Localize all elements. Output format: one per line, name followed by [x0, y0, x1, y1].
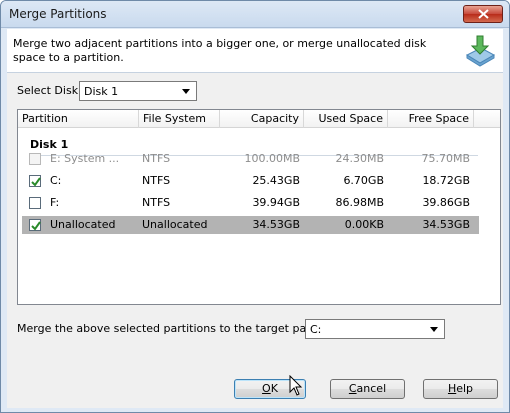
- select-disk-label: Select Disk:: [17, 84, 82, 97]
- cell-file-system: Unallocated: [142, 218, 208, 231]
- cell-capacity: 39.94GB: [252, 196, 300, 209]
- select-disk-value: Disk 1: [84, 85, 119, 98]
- window-title: Merge Partitions: [9, 7, 107, 21]
- cell-free-space: 39.86GB: [422, 196, 470, 209]
- cell-capacity: 100.00MB: [244, 152, 300, 165]
- merge-disk-icon: [465, 35, 496, 67]
- column-used-space[interactable]: Used Space: [304, 110, 388, 128]
- cell-free-space: 75.70MB: [421, 152, 470, 165]
- merge-partitions-window: Merge Partitions Merge two adjacent part…: [0, 0, 510, 413]
- close-icon: [478, 9, 489, 19]
- cell-free-space: 34.53GB: [422, 218, 470, 231]
- chevron-down-icon: [430, 327, 438, 332]
- cell-file-system: NTFS: [142, 152, 171, 165]
- checkmark-icon: [31, 177, 41, 187]
- partition-list: Partition File System Capacity Used Spac…: [17, 109, 501, 305]
- table-row[interactable]: C: NTFS 25.43GB 6.70GB 18.72GB: [22, 172, 479, 190]
- target-partition-value: C:: [310, 323, 322, 336]
- select-disk-dropdown[interactable]: Disk 1: [79, 81, 197, 101]
- chevron-down-icon: [182, 89, 190, 94]
- cell-used-space: 86.98MB: [335, 196, 384, 209]
- cell-capacity: 34.53GB: [252, 218, 300, 231]
- cell-file-system: NTFS: [142, 174, 171, 187]
- cell-used-space: 0.00KB: [344, 218, 384, 231]
- close-button[interactable]: [463, 5, 503, 23]
- cancel-button-label: ancel: [356, 382, 387, 395]
- checkmark-icon: [31, 221, 41, 231]
- help-button-label: elp: [456, 382, 474, 395]
- cancel-button-mnemonic: C: [348, 382, 357, 395]
- cancel-button[interactable]: Cancel: [330, 379, 405, 399]
- list-header: Partition File System Capacity Used Spac…: [18, 110, 500, 128]
- ok-button-label: K: [270, 382, 278, 395]
- mouse-pointer-icon: [289, 375, 303, 396]
- column-capacity[interactable]: Capacity: [220, 110, 304, 128]
- title-bar: Merge Partitions: [1, 1, 509, 28]
- dialog-header: Merge two adjacent partitions into a big…: [7, 29, 503, 73]
- help-button[interactable]: Help: [423, 379, 498, 399]
- dialog-body: Select Disk: Disk 1 Partition File Syste…: [7, 73, 503, 408]
- partition-checkbox[interactable]: [29, 197, 41, 209]
- column-file-system[interactable]: File System: [139, 110, 220, 128]
- cell-partition: E: System ...: [50, 152, 120, 165]
- ok-button-mnemonic: O: [262, 382, 271, 395]
- partition-checkbox[interactable]: [29, 175, 41, 187]
- cell-used-space: 24.30MB: [335, 152, 384, 165]
- column-partition[interactable]: Partition: [18, 110, 139, 128]
- table-row[interactable]: E: System ... NTFS 100.00MB 24.30MB 75.70MB: [22, 150, 479, 168]
- partition-checkbox: [29, 153, 41, 165]
- table-row[interactable]: F: NTFS 39.94GB 86.98MB 39.86GB: [22, 194, 479, 212]
- cell-used-space: 6.70GB: [343, 174, 384, 187]
- target-partition-label: Merge the above selected partitions to t…: [17, 322, 343, 335]
- header-description: Merge two adjacent partitions into a big…: [13, 37, 427, 64]
- table-row[interactable]: Unallocated Unallocated 34.53GB 0.00KB 34.53…: [22, 216, 479, 234]
- cell-partition: Unallocated: [50, 218, 116, 231]
- cell-free-space: 18.72GB: [422, 174, 470, 187]
- cell-file-system: NTFS: [142, 196, 171, 209]
- cell-capacity: 25.43GB: [252, 174, 300, 187]
- column-free-space[interactable]: Free Space: [388, 110, 474, 128]
- partition-checkbox[interactable]: [29, 219, 41, 231]
- target-partition-dropdown[interactable]: C:: [305, 319, 445, 339]
- cell-partition: C:: [50, 174, 62, 187]
- help-button-mnemonic: H: [447, 382, 457, 395]
- cell-partition: F:: [50, 196, 60, 209]
